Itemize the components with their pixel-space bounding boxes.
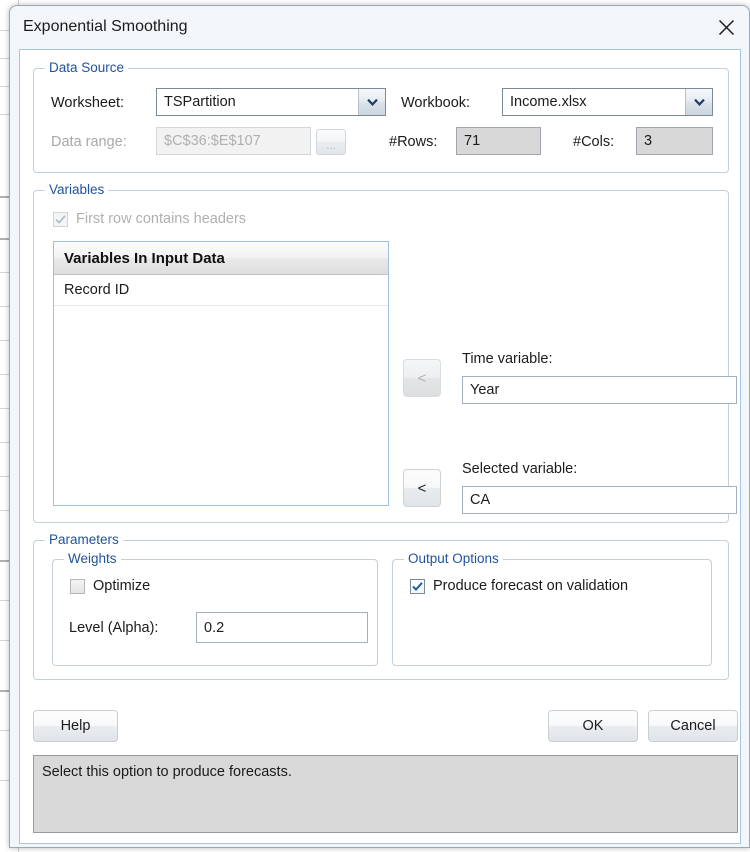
workbook-select[interactable]: Income.xlsx <box>502 88 713 116</box>
checkbox-box <box>53 212 68 227</box>
checkbox-box <box>410 579 425 594</box>
move-selected-variable-button[interactable]: < <box>403 469 441 507</box>
variables-legend: Variables <box>45 182 108 197</box>
worksheet-value: TSPartition <box>157 89 358 115</box>
chevron-down-icon <box>685 89 712 115</box>
time-variable-field[interactable]: Year <box>462 376 737 404</box>
move-time-variable-button[interactable]: < <box>403 359 441 397</box>
status-text: Select this option to produce forecasts. <box>42 764 292 780</box>
data-range-browse-button[interactable]: ... <box>316 129 346 155</box>
selected-variable-field[interactable]: CA <box>462 486 737 514</box>
parameters-group: Parameters Weights Optimize Level (Alpha… <box>33 540 729 680</box>
output-options-legend: Output Options <box>404 551 503 566</box>
variables-list[interactable]: Variables In Input Data Record ID <box>53 241 389 506</box>
data-source-legend: Data Source <box>45 60 128 75</box>
selected-variable-label: Selected variable: <box>462 461 577 477</box>
dialog-titlebar: Exponential Smoothing <box>10 6 749 49</box>
first-row-headers-label: First row contains headers <box>76 211 246 227</box>
close-icon[interactable] <box>703 6 749 49</box>
help-button[interactable]: Help <box>33 710 118 742</box>
cols-value-field: 3 <box>636 127 713 155</box>
checkbox-box <box>70 579 85 594</box>
ok-button[interactable]: OK <box>548 710 638 742</box>
output-options-group: Output Options Produce forecast on valid… <box>392 559 712 666</box>
optimize-checkbox[interactable]: Optimize <box>70 578 150 594</box>
variables-list-header: Variables In Input Data <box>54 242 388 275</box>
weights-legend: Weights <box>64 551 121 566</box>
data-range-label: Data range: <box>51 134 127 150</box>
exponential-smoothing-dialog: Exponential Smoothing Data Source Worksh… <box>9 5 750 848</box>
status-bar: Select this option to produce forecasts. <box>33 755 738 833</box>
first-row-headers-checkbox[interactable]: First row contains headers <box>53 211 246 227</box>
parameters-legend: Parameters <box>45 532 123 547</box>
rows-label: #Rows: <box>389 134 437 150</box>
chevron-down-icon <box>358 89 385 115</box>
cols-label: #Cols: <box>573 134 614 150</box>
variables-group: Variables First row contains headers Var… <box>33 190 729 523</box>
optimize-label: Optimize <box>93 578 150 594</box>
list-item[interactable]: Record ID <box>54 275 388 306</box>
dialog-body: Data Source Worksheet: TSPartition Workb… <box>19 49 741 844</box>
weights-group: Weights Optimize Level (Alpha): 0.2 <box>52 559 378 666</box>
worksheet-select[interactable]: TSPartition <box>156 88 386 116</box>
workbook-label: Workbook: <box>401 95 470 111</box>
workbook-value: Income.xlsx <box>503 89 685 115</box>
worksheet-label: Worksheet: <box>51 95 124 111</box>
produce-forecast-label: Produce forecast on validation <box>433 578 628 594</box>
dialog-title: Exponential Smoothing <box>23 18 188 36</box>
rows-value-field: 71 <box>456 127 541 155</box>
alpha-label: Level (Alpha): <box>69 620 158 636</box>
cancel-button[interactable]: Cancel <box>648 710 738 742</box>
produce-forecast-checkbox[interactable]: Produce forecast on validation <box>410 578 628 594</box>
alpha-input[interactable]: 0.2 <box>196 612 368 643</box>
data-range-field: $C$36:$E$107 <box>156 127 311 155</box>
time-variable-label: Time variable: <box>462 351 553 367</box>
data-source-group: Data Source Worksheet: TSPartition Workb… <box>33 68 729 173</box>
